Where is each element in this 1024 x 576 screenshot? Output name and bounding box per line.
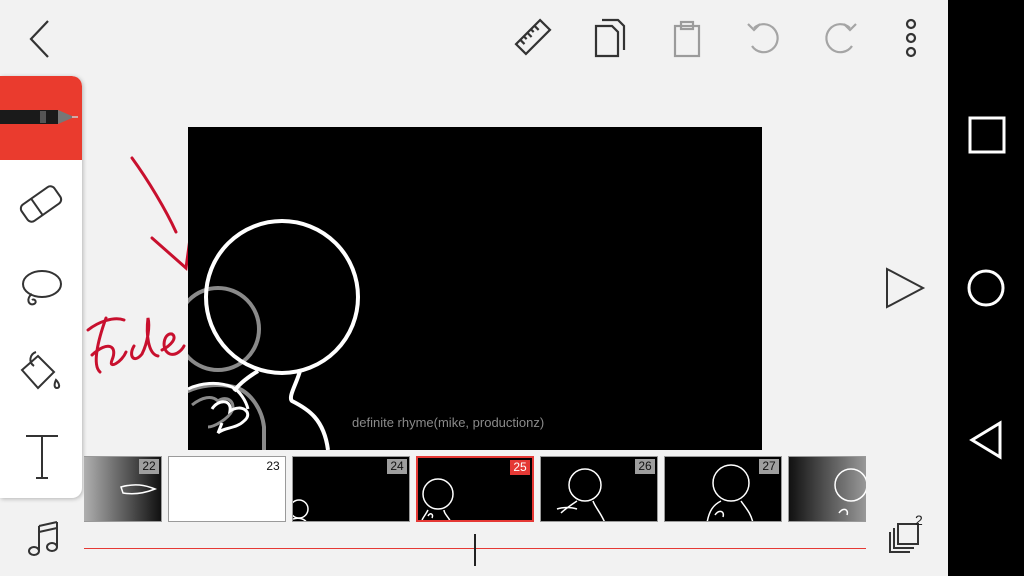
frame-thumbnail[interactable]: 23 <box>168 456 286 522</box>
lasso-tool[interactable] <box>0 246 82 330</box>
frame-thumbnail[interactable]: 24 <box>292 456 410 522</box>
frame-28-preview <box>834 468 866 516</box>
fade-annotation <box>86 156 194 374</box>
frame-thumbnail[interactable]: 26 <box>540 456 658 522</box>
frame-thumbnail[interactable]: 25 <box>416 456 534 522</box>
redo-icon[interactable] <box>820 20 860 56</box>
back-icon[interactable] <box>26 18 54 60</box>
fill-bucket-icon <box>20 351 61 390</box>
recent-apps-icon[interactable] <box>968 116 1006 154</box>
frame-number: 23 <box>266 459 280 473</box>
tool-panel <box>0 76 82 498</box>
layer-count: 2 <box>915 512 923 528</box>
credit-text: definite rhyme(mike, productionz) <box>352 415 545 430</box>
paste-icon[interactable] <box>672 20 702 58</box>
lasso-icon <box>22 270 62 306</box>
frame-number: 25 <box>510 460 530 475</box>
text-icon <box>26 435 58 479</box>
home-icon[interactable] <box>966 268 1006 308</box>
frame-strip: 22 23 24 25 26 27 <box>84 454 866 526</box>
drawing-canvas[interactable]: definite rhyme(mike, productionz) <box>188 127 762 450</box>
frame-thumbnail[interactable] <box>788 456 866 522</box>
play-icon[interactable] <box>884 266 926 310</box>
undo-icon[interactable] <box>744 20 784 56</box>
frame-thumbnail[interactable]: 27 <box>664 456 782 522</box>
frame-number: 27 <box>759 459 779 474</box>
music-icon[interactable] <box>26 520 60 558</box>
pen-icon <box>0 110 78 124</box>
ruler-icon[interactable] <box>514 18 552 56</box>
eraser-tool[interactable] <box>0 162 82 246</box>
text-tool[interactable] <box>0 414 82 498</box>
animation-app: definite rhyme(mike, productionz) 22 23 … <box>0 0 948 576</box>
timeline-playhead[interactable] <box>474 534 476 566</box>
frame-thumbnail[interactable]: 22 <box>84 456 162 522</box>
nav-back-icon[interactable] <box>968 420 1004 460</box>
fill-tool[interactable] <box>0 330 82 414</box>
frame-number: 26 <box>635 459 655 474</box>
frame-number: 22 <box>139 459 159 474</box>
more-icon[interactable] <box>900 18 922 58</box>
eraser-icon <box>19 185 63 223</box>
frame-number: 24 <box>387 459 407 474</box>
character-sketch <box>188 219 360 450</box>
pen-tool[interactable] <box>0 76 82 160</box>
system-nav-bar <box>948 0 1024 576</box>
copy-icon[interactable] <box>592 18 628 58</box>
